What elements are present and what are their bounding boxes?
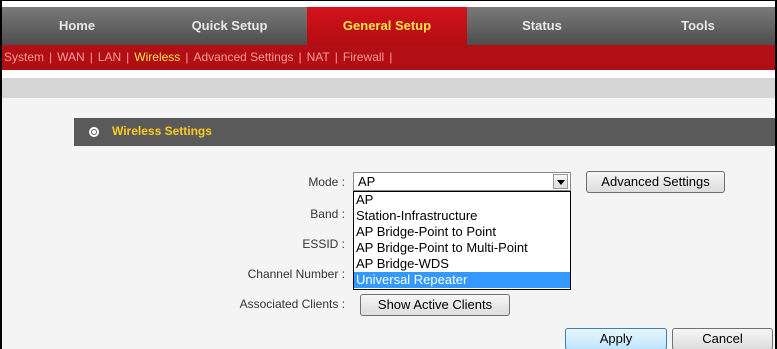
section-bullet-icon <box>89 127 99 137</box>
mode-option-ap-bridge-point-to-point[interactable]: AP Bridge-Point to Point <box>354 224 570 240</box>
essid-label: ESSID : <box>302 237 345 251</box>
advanced-settings-button[interactable]: Advanced Settings <box>586 171 725 193</box>
subnav-system[interactable]: System <box>4 50 44 64</box>
subnav-lan[interactable]: LAN <box>98 50 121 64</box>
band-label: Band : <box>310 207 345 221</box>
subnav-advanced-settings[interactable]: Advanced Settings <box>193 50 293 64</box>
tab-general-setup[interactable]: General Setup <box>307 7 467 45</box>
associated-clients-label: Associated Clients : <box>239 297 345 311</box>
channel-number-label: Channel Number : <box>247 267 345 281</box>
top-navigation: Home Quick Setup General Setup Status To… <box>2 7 775 45</box>
mode-option-ap-bridge-point-to-multi-point[interactable]: AP Bridge-Point to Multi-Point <box>354 240 570 256</box>
router-admin-page: Home Quick Setup General Setup Status To… <box>0 0 777 349</box>
subnav-separator: | <box>389 50 393 64</box>
tab-tools[interactable]: Tools <box>617 7 775 45</box>
cancel-button[interactable]: Cancel <box>672 328 773 349</box>
subnav-separator: | <box>49 50 53 64</box>
subnav-wan[interactable]: WAN <box>57 50 85 64</box>
mode-select-value: AP <box>358 174 376 189</box>
grey-divider-bar <box>2 78 775 98</box>
subnav-wireless[interactable]: Wireless <box>134 50 180 64</box>
section-header: Wireless Settings <box>74 118 775 146</box>
subnav-separator: | <box>89 50 93 64</box>
tab-quick-setup[interactable]: Quick Setup <box>152 7 307 45</box>
mode-option-station-infrastructure[interactable]: Station-Infrastructure <box>354 208 570 224</box>
sub-navigation: System | WAN | LAN | Wireless | Advanced Setting… <box>2 45 775 70</box>
tab-home[interactable]: Home <box>2 7 152 45</box>
mode-option-ap-bridge-wds[interactable]: AP Bridge-WDS <box>354 256 570 272</box>
apply-button[interactable]: Apply <box>565 328 667 349</box>
tab-status[interactable]: Status <box>467 7 617 45</box>
chevron-down-icon[interactable] <box>553 174 568 189</box>
mode-label: Mode : <box>308 175 345 189</box>
section-title: Wireless Settings <box>112 124 212 138</box>
mode-dropdown-list: AP Station-Infrastructure AP Bridge-Poin… <box>353 191 571 290</box>
subnav-firewall[interactable]: Firewall <box>343 50 384 64</box>
subnav-separator: | <box>126 50 130 64</box>
show-active-clients-button[interactable]: Show Active Clients <box>360 294 510 316</box>
subnav-separator: | <box>185 50 189 64</box>
mode-option-ap[interactable]: AP <box>354 192 570 208</box>
subnav-separator: | <box>298 50 302 64</box>
mode-select[interactable]: AP <box>353 172 571 191</box>
subnav-separator: | <box>334 50 338 64</box>
subnav-nat[interactable]: NAT <box>307 50 330 64</box>
mode-option-universal-repeater[interactable]: Universal Repeater <box>354 272 570 288</box>
